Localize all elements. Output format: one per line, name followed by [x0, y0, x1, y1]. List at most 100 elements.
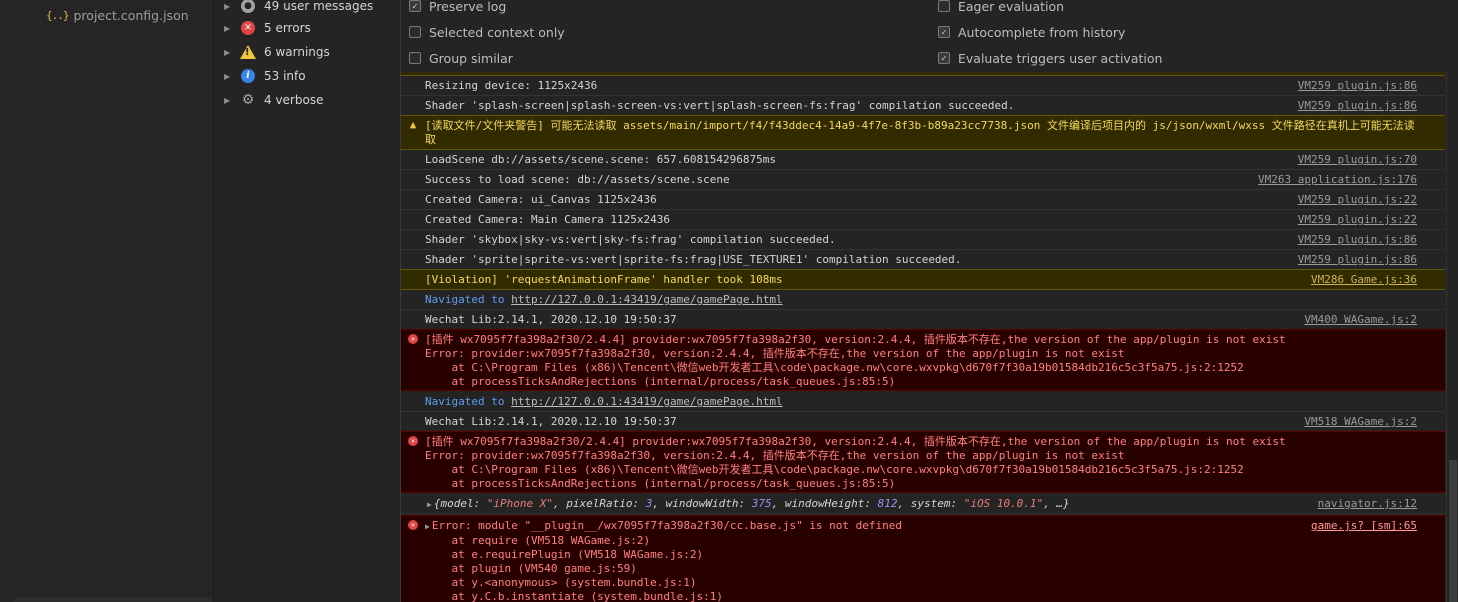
error-message: ✕ ▶ Error: module "__plugin__/wx7095f7fa3… [401, 515, 1445, 602]
evaluate-triggers-option[interactable]: ✓ Evaluate triggers user activation [938, 49, 1162, 67]
group-similar-checkbox[interactable] [409, 52, 421, 64]
message-text: [读取文件/文件夹警告] 可能无法读取 assets/main/import/f… [425, 119, 1415, 146]
error-line: Error: provider:wx7095f7fa398a2f30, vers… [425, 347, 1125, 360]
violation-message: [Violation] 'requestAnimationFrame' hand… [401, 269, 1445, 290]
error-line: at processTicksAndRejections (internal/p… [425, 375, 896, 388]
message-text: Resizing device: 1125x2436 [425, 79, 598, 92]
console-messages: Resizing device: 1125x2436 VM259 plugin.… [401, 72, 1445, 602]
console-message: Created Camera: Main Camera 1125x2436 VM… [401, 210, 1445, 230]
object-message[interactable]: ▶ {model: "iPhone X", pixelRatio: 3, wind… [401, 494, 1445, 514]
gear-icon: ⚙ [241, 92, 255, 108]
warning-icon: ▲ [409, 118, 417, 131]
source-link[interactable]: VM259 plugin.js:86 [1298, 233, 1417, 247]
json-file-icon: {..} [46, 8, 69, 22]
console-message: Created Camera: ui_Canvas 1125x2436 VM25… [401, 190, 1445, 210]
error-icon: ✕ [408, 334, 418, 344]
expand-arrow-icon[interactable]: ▶ [224, 96, 236, 105]
source-link[interactable]: VM263 application.js:176 [1258, 173, 1417, 187]
error-icon: ✕ [408, 520, 418, 530]
source-link[interactable]: VM518 WAGame.js:2 [1304, 415, 1417, 429]
autocomplete-option[interactable]: ✓ Autocomplete from history [938, 23, 1125, 41]
file-name: project.config.json [73, 7, 189, 23]
console-sidebar: ▶ ● 49 user messages ▶ ✕ 5 errors ▶ ! 6 … [213, 0, 400, 602]
message-text: Created Camera: ui_Canvas 1125x2436 [425, 193, 657, 206]
expand-arrow-icon[interactable]: ▶ [224, 48, 236, 57]
console-message: Resizing device: 1125x2436 VM259 plugin.… [401, 76, 1445, 96]
scrollbar-thumb[interactable] [1449, 460, 1457, 602]
preserve-log-option[interactable]: ✓ Preserve log [409, 0, 506, 15]
source-link[interactable]: VM259 plugin.js:86 [1298, 253, 1417, 267]
source-link[interactable]: navigator.js:12 [1318, 497, 1417, 511]
preserve-log-checkbox[interactable]: ✓ [409, 0, 421, 12]
expand-arrow-icon[interactable]: ▶ [224, 24, 236, 33]
autocomplete-checkbox[interactable]: ✓ [938, 26, 950, 38]
selected-context-checkbox[interactable] [409, 26, 421, 38]
sidebar-item-label: 49 user messages [264, 0, 374, 13]
navigated-url-link[interactable]: http://127.0.0.1:43419/game/gamePage.htm… [511, 395, 783, 408]
message-text: Wechat Lib:2.14.1, 2020.12.10 19:50:37 [425, 313, 677, 326]
message-text: Shader 'skybox|sky-vs:vert|sky-fs:frag' … [425, 233, 836, 246]
evaluate-triggers-checkbox[interactable]: ✓ [938, 52, 950, 64]
object-key: model: [440, 497, 487, 510]
expand-arrow-icon[interactable]: ▶ [224, 2, 236, 11]
error-line: Error: provider:wx7095f7fa398a2f30, vers… [425, 449, 1125, 462]
source-link[interactable]: VM286 Game.js:36 [1311, 273, 1417, 287]
file-tree-scrollbar[interactable] [14, 598, 212, 602]
sidebar-item-errors[interactable]: ▶ ✕ 5 errors [224, 18, 311, 38]
console-message: Success to load scene: db://assets/scene… [401, 170, 1445, 190]
source-link[interactable]: VM259 plugin.js:22 [1298, 193, 1417, 207]
warning-icon: ! [240, 45, 256, 59]
user-icon: ● [241, 0, 255, 13]
console-message: Wechat Lib:2.14.1, 2020.12.10 19:50:37 V… [401, 310, 1445, 330]
error-line: at require (VM518 WAGame.js:2) [425, 534, 651, 547]
option-label: Eager evaluation [958, 0, 1065, 14]
object-key: system: [910, 497, 964, 510]
error-line: at y.<anonymous> (system.bundle.js:1) [425, 576, 697, 589]
source-link[interactable]: VM259 plugin.js:70 [1298, 153, 1417, 167]
message-text: Created Camera: Main Camera 1125x2436 [425, 213, 671, 226]
error-line: ▶ Error: module "__plugin__/wx7095f7fa398… [425, 519, 1417, 534]
error-line: [插件 wx7095f7fa398a2f30/2.4.4] provider:w… [425, 333, 1286, 346]
sidebar-item-label: 4 verbose [264, 93, 324, 107]
console-panel: ✓ Preserve log Selected context only Gro… [400, 0, 1458, 602]
error-line: [插件 wx7095f7fa398a2f30/2.4.4] provider:w… [425, 435, 1286, 448]
error-line: at y.C.b.instantiate (system.bundle.js:1… [425, 590, 724, 602]
file-item-project-config[interactable]: {..} project.config.json [46, 6, 189, 24]
sidebar-item-user-messages[interactable]: ▶ ● 49 user messages [224, 0, 373, 16]
object-value: 812 [877, 497, 898, 510]
console-message: Shader 'splash-screen|splash-screen-vs:v… [401, 96, 1445, 116]
eager-evaluation-checkbox[interactable] [938, 0, 950, 12]
group-similar-option[interactable]: Group similar [409, 49, 513, 67]
error-line: at C:\Program Files (x86)\Tencent\微信web开… [425, 361, 1244, 374]
object-key: windowHeight: [784, 497, 878, 510]
file-tree-panel: {..} project.config.json [0, 0, 212, 602]
sidebar-item-info[interactable]: ▶ i 53 info [224, 66, 306, 86]
sidebar-item-warnings[interactable]: ▶ ! 6 warnings [224, 42, 330, 62]
navigation-message: Navigated to http://127.0.0.1:43419/game… [401, 290, 1445, 310]
sidebar-item-verbose[interactable]: ▶ ⚙ 4 verbose [224, 90, 323, 110]
source-link[interactable]: game.js? [sm]:65 [1311, 519, 1417, 533]
error-icon: ✕ [408, 436, 418, 446]
console-message: Shader 'sprite|sprite-vs:vert|sprite-fs:… [401, 250, 1445, 270]
source-link[interactable]: VM259 plugin.js:86 [1298, 99, 1417, 113]
navigated-url-link[interactable]: http://127.0.0.1:43419/game/gamePage.htm… [511, 293, 783, 306]
expand-arrow-icon[interactable]: ▶ [427, 500, 432, 509]
console-scrollbar[interactable] [1446, 72, 1458, 602]
sidebar-item-label: 6 warnings [264, 45, 330, 59]
info-icon: i [241, 69, 255, 83]
error-line: at C:\Program Files (x86)\Tencent\微信web开… [425, 463, 1244, 476]
option-label: Evaluate triggers user activation [958, 50, 1163, 66]
expand-arrow-icon[interactable]: ▶ [425, 522, 430, 531]
source-link[interactable]: VM400 WAGame.js:2 [1304, 313, 1417, 327]
navigated-label: Navigated to [425, 395, 505, 408]
error-icon: ✕ [241, 21, 255, 35]
eager-evaluation-option[interactable]: Eager evaluation [938, 0, 1064, 15]
source-link[interactable]: VM259 plugin.js:86 [1298, 79, 1417, 93]
source-link[interactable]: VM259 plugin.js:22 [1298, 213, 1417, 227]
object-value: "iPhone X" [486, 497, 554, 510]
expand-arrow-icon[interactable]: ▶ [224, 72, 236, 81]
selected-context-option[interactable]: Selected context only [409, 23, 565, 41]
object-key: windowWidth: [665, 497, 752, 510]
console-message: Wechat Lib:2.14.1, 2020.12.10 19:50:37 V… [401, 412, 1445, 432]
message-text: [Violation] 'requestAnimationFrame' hand… [425, 273, 783, 286]
